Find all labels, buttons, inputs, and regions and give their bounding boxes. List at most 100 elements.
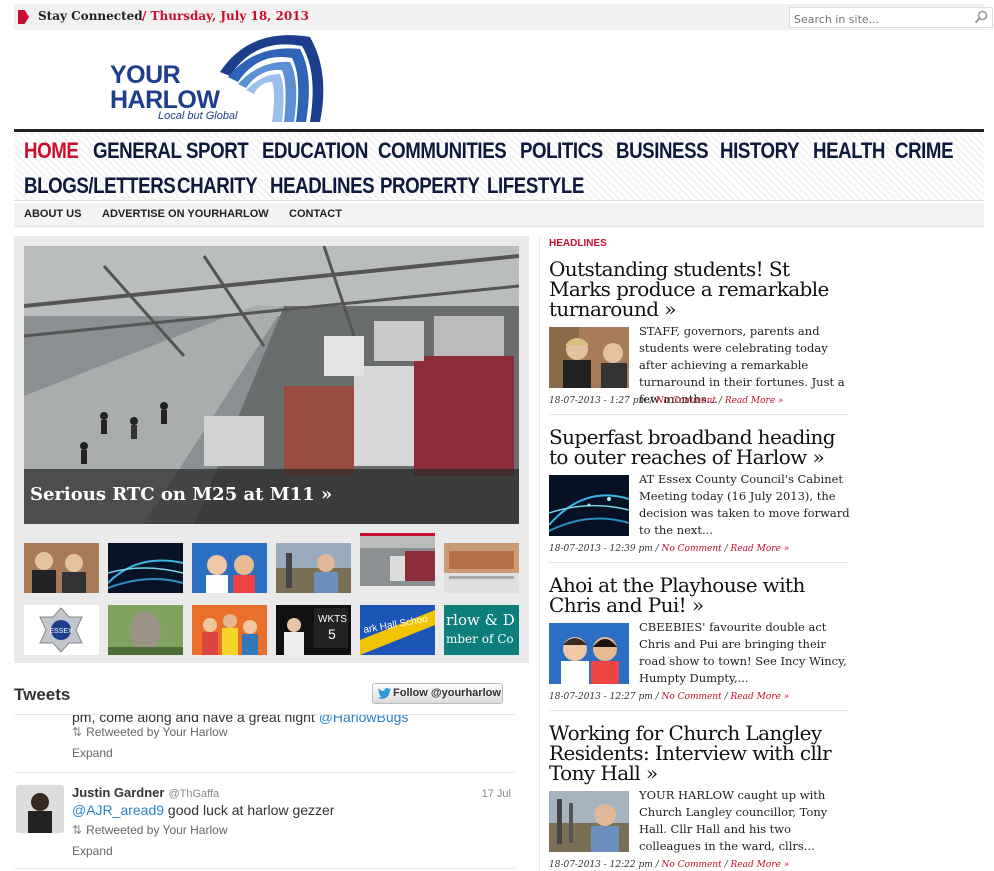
post-date: 18-07-2013 - 1:27 pm / (549, 396, 656, 406)
tweet-author-name[interactable]: Justin Gardner (72, 785, 164, 800)
headline-thumb[interactable] (549, 791, 629, 852)
search-input[interactable] (790, 10, 960, 29)
slider-thumb[interactable] (192, 543, 267, 593)
headline-post: Outstanding students! St Marks produce a… (549, 259, 849, 415)
nav-history[interactable]: HISTORY (720, 138, 800, 164)
headline-post: Superfast broadband heading to outer rea… (549, 427, 850, 563)
nav-home[interactable]: HOME (24, 138, 79, 164)
nav-politics[interactable]: POLITICS (520, 138, 603, 164)
expand-link[interactable]: Expand (72, 844, 113, 858)
headline-thumb[interactable] (549, 327, 629, 388)
nav-education[interactable]: EDUCATION (262, 138, 368, 164)
sub-nav: ABOUT US ADVERTISE ON YOURHARLOW CONTACT (14, 203, 984, 227)
nav-charity[interactable]: CHARITY (177, 173, 258, 199)
nav-general[interactable]: GENERAL (93, 138, 182, 164)
tweet-author[interactable]: Justin Gardner @ThGaffa (72, 785, 219, 800)
thumb-essex-fire-badge-image: ESSEX (24, 605, 99, 655)
nav-communities[interactable]: COMMUNITIES (378, 138, 507, 164)
headline-meta: 18-07-2013 - 12:22 pm / No Comment / Rea… (549, 860, 790, 870)
column-divider (539, 236, 540, 871)
slider-thumb[interactable] (108, 543, 183, 593)
top-bar: Stay Connected / Thursday, July 18, 2013 (14, 4, 993, 30)
thumb-family-image (192, 605, 267, 655)
slider-thumb[interactable] (444, 543, 519, 593)
read-more-link[interactable]: Read More » (731, 544, 790, 554)
no-comment-link[interactable]: No Comment (662, 544, 722, 554)
avatar[interactable] (16, 785, 64, 833)
read-more-link[interactable]: Read More » (731, 860, 790, 870)
post-divider (549, 562, 849, 563)
headline-thumb[interactable] (549, 475, 629, 536)
thumb-fibre-optic-image (108, 543, 183, 593)
tweet-mention-link[interactable]: @AJR_aread9 (72, 802, 164, 818)
tweet-mention-link[interactable]: @HarlowBugs (319, 715, 409, 725)
thumb-chamber-commerce-image: rlow & D mber of Co (444, 605, 519, 655)
slider-thumb[interactable]: WKTS 5 (276, 605, 351, 655)
slider-thumb[interactable] (276, 543, 351, 593)
slider-thumb[interactable] (108, 605, 183, 655)
post-divider (549, 414, 849, 415)
search-icon[interactable] (974, 10, 988, 24)
logo-tagline: Local but Global (158, 110, 238, 122)
retweet-icon: ⇅ (72, 823, 83, 837)
nav-crime[interactable]: CRIME (895, 138, 954, 164)
nav-business[interactable]: BUSINESS (616, 138, 709, 164)
current-date: / Thursday, July 18, 2013 (142, 9, 309, 23)
tweets-title: Tweets (14, 685, 71, 704)
headline-meta: 18-07-2013 - 12:27 pm / No Comment / Rea… (549, 692, 790, 702)
slider-thumb[interactable]: rlow & D mber of Co (444, 605, 519, 655)
slider-thumb[interactable]: ark Hall Schoo (360, 605, 435, 655)
tweet-date[interactable]: 17 Jul (482, 788, 511, 800)
slider-thumb[interactable] (24, 543, 99, 593)
nav-lifestyle[interactable]: LIFESTYLE (487, 173, 584, 199)
no-comment-link[interactable]: No Comment (662, 692, 722, 702)
tweet-author-handle[interactable]: @ThGaffa (168, 788, 219, 800)
no-comment-link[interactable]: No Comment (662, 860, 722, 870)
nav-sport[interactable]: SPORT (186, 138, 249, 164)
councillor-photo (549, 791, 629, 852)
featured-image[interactable]: Serious RTC on M25 at M11 » (24, 246, 519, 524)
headline-title[interactable]: Ahoi at the Playhouse with Chris and Pui… (549, 575, 849, 615)
nav-headlines[interactable]: HEADLINES (270, 173, 375, 199)
subnav-about-us[interactable]: ABOUT US (24, 208, 81, 220)
subnav-advertise[interactable]: ADVERTISE ON YOURHARLOW (102, 208, 269, 220)
chamber-line2-text: mber of Co (446, 632, 514, 646)
tweet-text: @AJR_aread9 good luck at harlow gezzer (72, 802, 334, 818)
headline-thumb[interactable] (549, 623, 629, 684)
read-more-link[interactable]: Read More » (725, 396, 784, 406)
tweet-divider (14, 772, 515, 773)
headline-title[interactable]: Working for Church Langley Residents: In… (549, 723, 849, 783)
retweet-line: ⇅ Retweeted by Your Harlow (72, 725, 227, 739)
twitter-bird-icon (378, 688, 391, 699)
wkts-label: WKTS (318, 614, 347, 625)
no-comment-link[interactable]: No Comment (656, 396, 716, 406)
flag-icon (18, 10, 29, 24)
retweeted-by-text: Retweeted by Your Harlow (86, 823, 228, 837)
featured-caption-text[interactable]: Serious RTC on M25 at M11 » (30, 484, 332, 505)
nav-health[interactable]: HEALTH (813, 138, 885, 164)
headteacher-photo (549, 327, 629, 388)
subnav-contact[interactable]: CONTACT (289, 208, 342, 220)
slider-thumb-selected[interactable] (360, 533, 435, 586)
nav-property[interactable]: PROPERTY (380, 173, 480, 199)
headline-title[interactable]: Superfast broadband heading to outer rea… (549, 427, 849, 467)
nav-blogs-letters[interactable]: BLOGS/LETTERS (24, 173, 176, 199)
tweet-timeline[interactable]: pm, come along and have a great night @H… (14, 714, 515, 871)
featured-caption[interactable]: Serious RTC on M25 at M11 » (24, 469, 519, 524)
stay-connected-label[interactable]: Stay Connected (38, 9, 143, 23)
headline-post: Ahoi at the Playhouse with Chris and Pui… (549, 575, 849, 711)
expand-link[interactable]: Expand (72, 746, 113, 760)
slider-thumb[interactable] (192, 605, 267, 655)
follow-button[interactable]: Follow @yourharlow (372, 683, 503, 704)
slider-thumb[interactable]: ESSEX (24, 605, 99, 655)
chris-pui-photo (549, 623, 629, 684)
retweeted-by-text: Retweeted by Your Harlow (86, 725, 228, 739)
thumb-school-sign-image: ark Hall Schoo (360, 605, 435, 655)
thumb-school-building-image (444, 543, 519, 593)
fibre-optic-photo (549, 475, 629, 536)
thumb-cricket-score-image: WKTS5 (276, 605, 351, 655)
headline-title[interactable]: Outstanding students! St Marks produce a… (549, 259, 849, 319)
site-logo[interactable]: YOUR HARLOW Local but Global (110, 32, 330, 127)
search-box[interactable] (789, 7, 993, 29)
read-more-link[interactable]: Read More » (731, 692, 790, 702)
